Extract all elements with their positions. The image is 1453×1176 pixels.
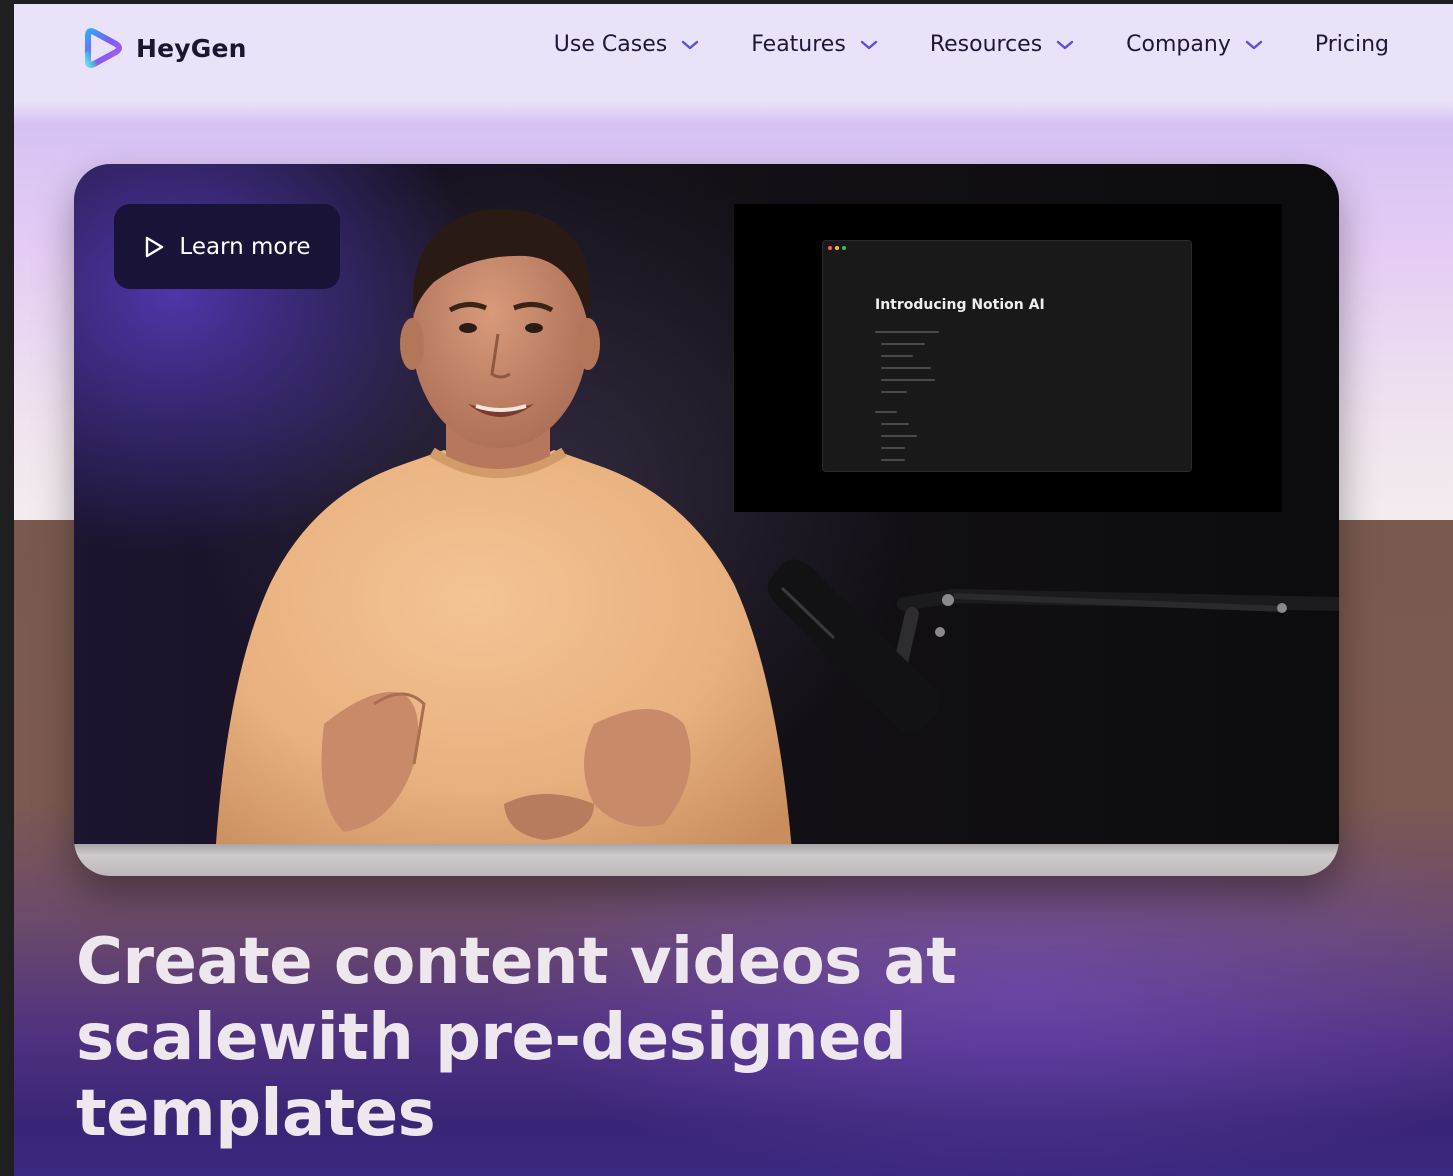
headline-line: scalewith pre-designed — [76, 1001, 907, 1075]
headline-line: templates — [76, 1077, 436, 1151]
nav-item-company[interactable]: Company — [1126, 32, 1263, 57]
chevron-down-icon — [1056, 40, 1074, 49]
nav-label: Pricing — [1314, 32, 1389, 57]
play-icon — [146, 236, 164, 257]
nav-label: Company — [1126, 32, 1231, 57]
nav-item-resources[interactable]: Resources — [930, 32, 1074, 57]
site-header: HeyGen Use Cases Features Resources Comp… — [14, 4, 1453, 102]
nav-label: Features — [751, 32, 846, 57]
learn-more-button[interactable]: Learn more — [114, 204, 340, 289]
chevron-down-icon — [860, 40, 878, 49]
headline-line: Create content videos at — [76, 925, 957, 999]
brand-name: HeyGen — [136, 33, 247, 63]
nav-item-features[interactable]: Features — [751, 32, 878, 57]
chevron-down-icon — [1245, 40, 1263, 49]
heygen-logo-icon — [85, 28, 122, 68]
nav-label: Resources — [929, 32, 1043, 57]
nav-item-use-cases[interactable]: Use Cases — [554, 32, 699, 57]
nav-label: Use Cases — [553, 32, 668, 57]
brand-logo[interactable]: HeyGen — [82, 26, 247, 70]
hero-headline: Create content videos at scalewith pre-d… — [76, 924, 1036, 1152]
learn-more-label: Learn more — [179, 233, 311, 260]
hero-video[interactable]: Introducing Notion AI Learn more — [74, 164, 1339, 876]
desk-surface — [74, 844, 1339, 876]
nav-item-pricing[interactable]: Pricing — [1315, 32, 1389, 57]
page: HeyGen Use Cases Features Resources Comp… — [14, 4, 1453, 1176]
main-nav: Use Cases Features Resources Company Pri… — [554, 32, 1389, 57]
chevron-down-icon — [682, 40, 699, 49]
